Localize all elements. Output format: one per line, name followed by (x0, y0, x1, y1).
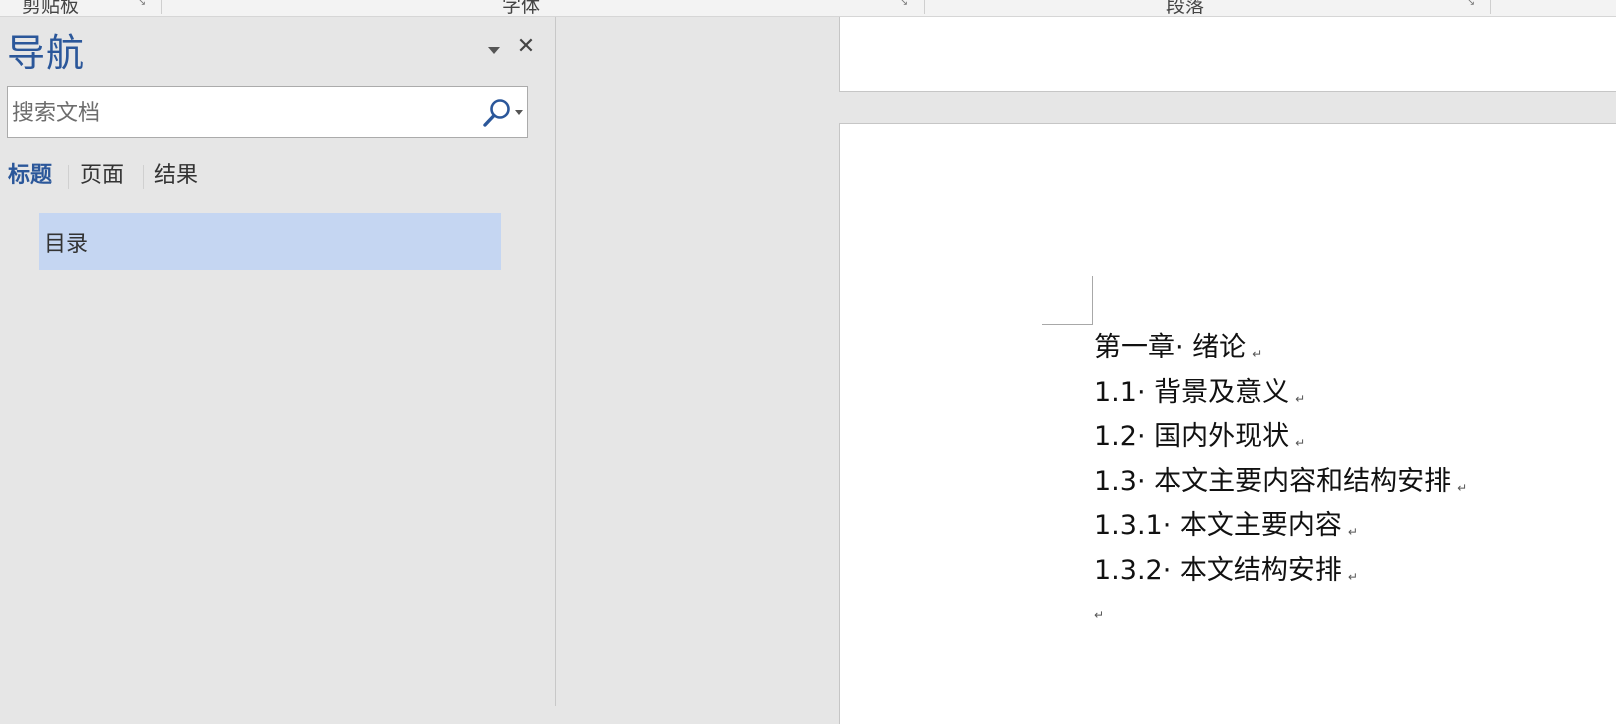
paragraph-mark-icon: ↵ (1457, 480, 1468, 495)
paragraph-mark-icon: ↵ (1295, 436, 1306, 451)
margin-corner-mark (1042, 324, 1093, 325)
ribbon-group-font-label: 字体 (502, 0, 541, 17)
toc-line[interactable]: 1.1· 背景及意义 ↵ (1094, 371, 1467, 416)
toc-line[interactable]: 1.3· 本文主要内容和结构安排 ↵ (1094, 460, 1467, 505)
search-icon (483, 99, 523, 127)
ribbon-group-clipboard-label: 剪贴板 (22, 0, 80, 17)
paragraph-mark-icon: ↵ (1094, 608, 1105, 622)
ribbon-group-labels: 剪贴板 ↘ 字体 ↘ 段落 ↘ (0, 0, 1616, 17)
tab-pages[interactable]: 页面 (80, 159, 124, 193)
toc-line-text: 1.1· 背景及意义 (1094, 376, 1290, 408)
tab-divider (68, 165, 69, 189)
pane-options-dropdown-icon[interactable] (484, 41, 504, 59)
current-page[interactable]: 第一章· 绪论 ↵ 1.1· 背景及意义 ↵ 1.2· 国内外现状 ↵ 1.3· 本文… (839, 123, 1616, 724)
pane-title: 导航 (7, 31, 86, 75)
ribbon-group-divider (161, 0, 162, 14)
toc-line[interactable]: 1.2· 国内外现状 ↵ (1094, 415, 1467, 460)
toc-line-text: 第一章· 绪论 (1094, 332, 1247, 363)
paragraph-mark-icon: ↵ (1252, 347, 1263, 361)
clipboard-launcher-icon[interactable]: ↘ (136, 0, 148, 10)
paragraph-mark-icon: ↵ (1347, 569, 1358, 584)
heading-item-label: 目录 (44, 232, 89, 257)
close-icon[interactable]: ✕ (515, 35, 537, 59)
heading-item-toc[interactable]: 目录 (39, 213, 501, 270)
toc-content[interactable]: 第一章· 绪论 ↵ 1.1· 背景及意义 ↵ 1.2· 国内外现状 ↵ 1.3· 本文… (1094, 326, 1467, 622)
toc-line-text: 1.2· 国内外现状 (1094, 421, 1290, 453)
tab-headings[interactable]: 标题 (8, 159, 52, 193)
navigation-pane: 导航 ✕ 标题 页面 结果 目录 (0, 17, 556, 706)
search-input[interactable] (10, 87, 474, 139)
tab-results[interactable]: 结果 (154, 159, 198, 193)
toc-line[interactable]: 1.3.2· 本文结构安排 ↵ (1094, 549, 1467, 594)
paragraph-mark-icon: ↵ (1295, 391, 1306, 406)
document-area: 第一章· 绪论 ↵ 1.1· 背景及意义 ↵ 1.2· 国内外现状 ↵ 1.3· 本文… (556, 17, 1616, 724)
ribbon-group-divider (924, 0, 925, 14)
paragraph-mark-icon: ↵ (1347, 525, 1358, 540)
search-box[interactable] (7, 86, 528, 139)
toc-line-text: 1.3.1· 本文主要内容 (1094, 510, 1342, 542)
search-button[interactable] (482, 97, 526, 129)
previous-page[interactable] (839, 17, 1616, 92)
margin-corner-mark (1092, 276, 1093, 325)
toc-line-text: 1.3.2· 本文结构安排 (1094, 554, 1342, 586)
ribbon-group-divider (1490, 0, 1491, 14)
tab-divider (143, 165, 144, 189)
paragraph-launcher-icon[interactable]: ↘ (1465, 0, 1477, 10)
toc-line-text: 1.3· 本文主要内容和结构安排 (1094, 465, 1452, 497)
toc-line[interactable]: 1.3.1· 本文主要内容 ↵ (1094, 504, 1467, 549)
search-options-chevron-icon (515, 110, 523, 115)
toc-line[interactable]: 第一章· 绪论 ↵ (1094, 326, 1467, 371)
font-launcher-icon[interactable]: ↘ (898, 0, 910, 10)
ribbon-group-paragraph-label: 段落 (1166, 0, 1205, 17)
